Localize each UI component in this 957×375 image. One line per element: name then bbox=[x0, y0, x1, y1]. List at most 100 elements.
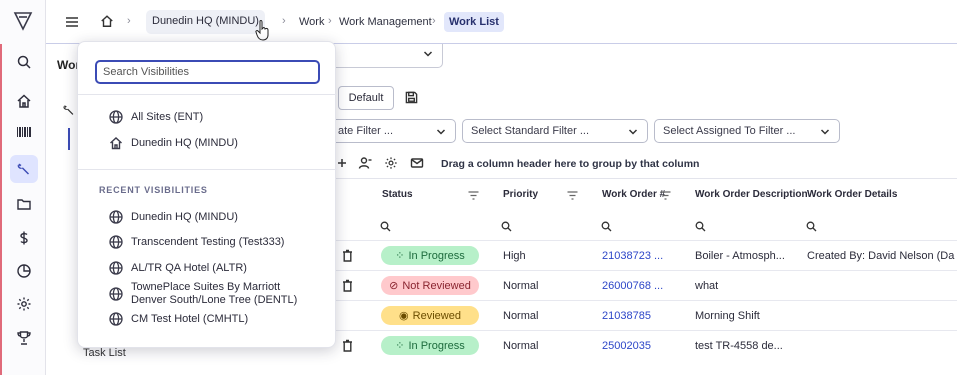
save-icon[interactable] bbox=[405, 91, 418, 104]
standard-filter-select[interactable]: Select Standard Filter ... bbox=[462, 119, 648, 143]
visibility-option-label: All Sites (ENT) bbox=[131, 111, 204, 123]
barcode-icon bbox=[17, 127, 31, 137]
delete-icon[interactable] bbox=[342, 249, 353, 262]
eye-icon: ◉ bbox=[399, 310, 409, 322]
gear-icon[interactable] bbox=[384, 156, 398, 170]
priority-cell: Normal bbox=[503, 280, 539, 292]
visibility-option-label: Transcendent Testing (Test333) bbox=[131, 236, 285, 248]
description-cell: Morning Shift bbox=[695, 310, 760, 322]
description-cell: test TR-4558 de... bbox=[695, 340, 783, 352]
home-icon bbox=[17, 94, 31, 108]
column-header-status[interactable]: Status bbox=[382, 189, 413, 200]
wrench-icon bbox=[17, 163, 29, 175]
visibility-dropdown: All Sites (ENT) Dunedin HQ (MINDU) RECEN… bbox=[77, 41, 337, 348]
hamburger-menu-icon[interactable] bbox=[64, 14, 80, 30]
status-label: Reviewed bbox=[412, 309, 461, 322]
breadcrumb-site-selector[interactable]: Dunedin HQ (MINDU) bbox=[146, 10, 265, 34]
visibility-option-label: TownePlace Suites By Marriott Denver Sou… bbox=[131, 281, 298, 306]
work-order-link[interactable]: 21038723 ... bbox=[602, 250, 663, 262]
delete-icon[interactable] bbox=[342, 279, 353, 292]
rail-trophy-button[interactable] bbox=[10, 324, 38, 352]
status-label: In Progress bbox=[408, 249, 465, 262]
search-icon[interactable] bbox=[601, 221, 612, 232]
table-row[interactable]: ◉ Reviewed Normal 21038785 Morning Shift bbox=[270, 300, 957, 330]
breadcrumb-home-icon[interactable] bbox=[100, 14, 114, 28]
recent-visibility-option[interactable]: TownePlace Suites By Marriott Denver Sou… bbox=[109, 280, 309, 308]
visibility-option-label: CM Test Hotel (CMHTL) bbox=[131, 313, 249, 325]
assign-user-icon[interactable] bbox=[358, 156, 372, 170]
add-icon[interactable] bbox=[335, 156, 349, 170]
column-header-work-order-description[interactable]: Work Order Description bbox=[695, 189, 808, 200]
status-label: In Progress bbox=[408, 339, 465, 352]
visibility-option[interactable]: Dunedin HQ (MINDU) bbox=[109, 134, 238, 152]
wrench-icon bbox=[63, 105, 74, 115]
assigned-to-filter-select[interactable]: Select Assigned To Filter ... bbox=[654, 119, 840, 143]
group-by-hint: Drag a column header here to group by th… bbox=[441, 158, 700, 170]
chevron-down-icon bbox=[628, 129, 638, 135]
table-row[interactable]: ⁘ In Progress Normal 25002035 test TR-455… bbox=[270, 330, 957, 360]
visibility-option-label: AL/TR QA Hotel (ALTR) bbox=[131, 262, 247, 274]
rail-reports-button[interactable] bbox=[10, 257, 38, 285]
status-badge: ⊘ Not Reviewed bbox=[381, 276, 479, 295]
table-row[interactable]: ⁘ In Progress High 21038723 ... Boiler - … bbox=[270, 240, 957, 270]
recent-visibility-option[interactable]: Dunedin HQ (MINDU) bbox=[109, 208, 238, 226]
work-order-link[interactable]: 26000768 ... bbox=[602, 280, 663, 292]
description-cell: what bbox=[695, 280, 719, 292]
status-badge: ⁘ In Progress bbox=[381, 336, 479, 355]
delete-icon[interactable] bbox=[342, 339, 353, 352]
rail-folder-button[interactable] bbox=[10, 190, 38, 218]
globe-icon bbox=[109, 287, 123, 301]
in-progress-icon: ⁘ bbox=[395, 250, 405, 262]
trophy-icon bbox=[17, 331, 31, 345]
sidebar-active-marker bbox=[68, 128, 70, 150]
column-filter-icon[interactable] bbox=[567, 191, 578, 200]
rail-finance-button[interactable] bbox=[10, 224, 38, 252]
recent-visibility-option[interactable]: CM Test Hotel (CMHTL) bbox=[109, 310, 248, 328]
globe-icon bbox=[109, 261, 123, 275]
breadcrumb-work-management[interactable]: Work Management bbox=[339, 16, 432, 28]
home-icon bbox=[110, 137, 122, 150]
search-icon[interactable] bbox=[806, 221, 817, 232]
column-header-work-order-number[interactable]: Work Order # bbox=[602, 189, 665, 200]
pie-chart-icon bbox=[17, 264, 31, 278]
rail-search-button[interactable] bbox=[10, 48, 38, 76]
search-icon[interactable] bbox=[695, 221, 706, 232]
mail-icon[interactable] bbox=[410, 156, 424, 170]
work-order-grid: Status Priority Work Order # Work Order … bbox=[270, 178, 957, 375]
work-order-link[interactable]: 21038785 bbox=[602, 310, 651, 322]
visibility-option-label: Dunedin HQ (MINDU) bbox=[131, 211, 238, 223]
column-header-work-order-details[interactable]: Work Order Details bbox=[807, 189, 897, 200]
table-row[interactable]: ⊘ Not Reviewed Normal 26000768 ... what bbox=[270, 270, 957, 300]
rail-work-button[interactable] bbox=[10, 155, 38, 183]
folder-icon bbox=[17, 199, 31, 210]
app-logo-icon[interactable] bbox=[13, 10, 33, 32]
rail-home-button[interactable] bbox=[10, 87, 38, 115]
priority-cell: Normal bbox=[503, 340, 539, 352]
breadcrumb-work[interactable]: Work bbox=[299, 16, 324, 28]
search-icon[interactable] bbox=[501, 221, 512, 232]
in-progress-icon: ⁘ bbox=[395, 340, 405, 352]
search-visibilities-input[interactable] bbox=[95, 60, 320, 84]
dollar-icon bbox=[20, 231, 28, 245]
column-filter-icon[interactable] bbox=[468, 191, 479, 200]
divider bbox=[78, 169, 337, 170]
assigned-to-filter-label: Select Assigned To Filter ... bbox=[663, 125, 796, 137]
work-order-link[interactable]: 25002035 bbox=[602, 340, 651, 352]
column-filter-icon[interactable] bbox=[660, 191, 671, 200]
recent-visibility-option[interactable]: AL/TR QA Hotel (ALTR) bbox=[109, 259, 247, 277]
search-icon[interactable] bbox=[380, 221, 391, 232]
description-cell: Boiler - Atmosph... bbox=[695, 250, 785, 262]
visibility-option[interactable]: All Sites (ENT) bbox=[109, 108, 203, 126]
rail-barcode-button[interactable] bbox=[10, 118, 38, 146]
rail-accent-line bbox=[0, 44, 2, 375]
default-view-button[interactable]: Default bbox=[338, 86, 394, 110]
gear-icon bbox=[17, 297, 31, 311]
date-filter-label: ate Filter ... bbox=[338, 125, 394, 137]
top-bar: › Dunedin HQ (MINDU) › Work › Work Manag… bbox=[46, 0, 957, 44]
recent-visibility-option[interactable]: Transcendent Testing (Test333) bbox=[109, 233, 284, 251]
breadcrumb-site-label: Dunedin HQ (MINDU) bbox=[152, 15, 259, 27]
date-filter-select[interactable]: ate Filter ... bbox=[330, 119, 456, 143]
sidebar-item-task-list[interactable]: Task List bbox=[83, 347, 126, 359]
column-header-priority[interactable]: Priority bbox=[503, 189, 538, 200]
rail-settings-button[interactable] bbox=[10, 290, 38, 318]
